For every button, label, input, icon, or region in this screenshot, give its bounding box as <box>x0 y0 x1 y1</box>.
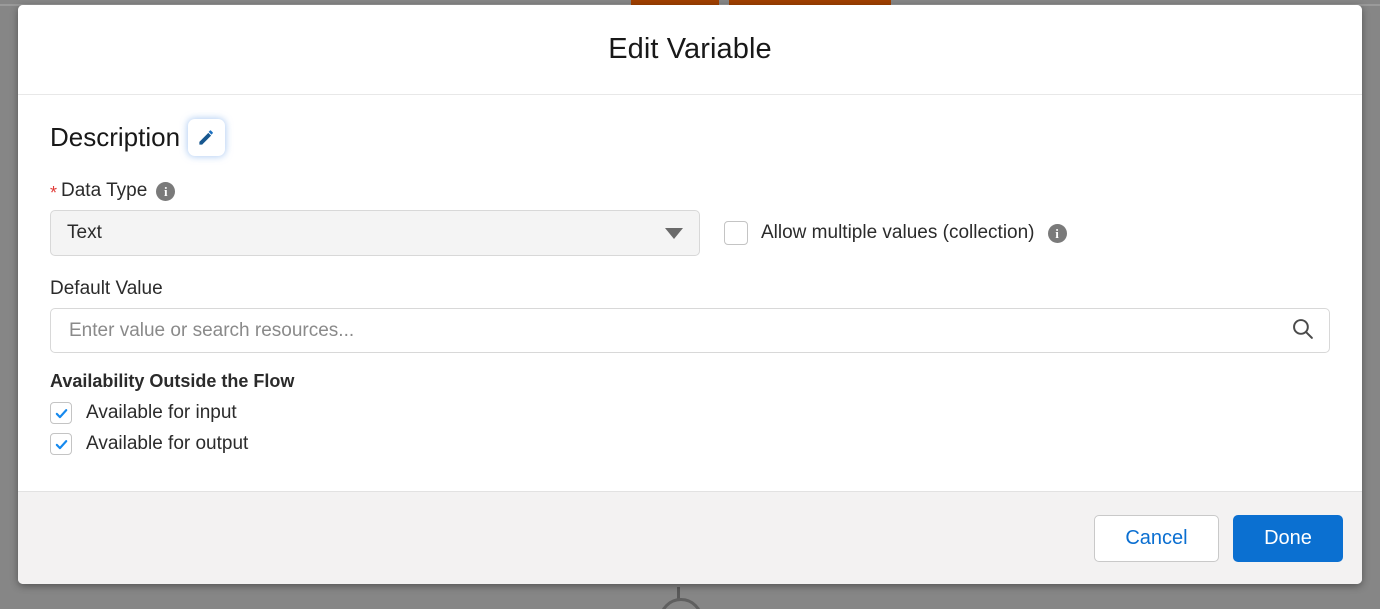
page-title: Edit Variable <box>608 33 772 65</box>
modal-body: Description * Data Type i Text Allow mul… <box>18 95 1362 491</box>
default-value-field[interactable] <box>50 308 1330 353</box>
cancel-button[interactable]: Cancel <box>1094 514 1219 562</box>
data-type-select[interactable]: Text <box>50 210 700 256</box>
default-value-label: Default Value <box>50 278 163 299</box>
edit-description-button[interactable] <box>190 121 224 154</box>
search-icon[interactable] <box>1290 316 1315 346</box>
available-for-output-checkbox[interactable] <box>50 433 72 455</box>
modal-header: Edit Variable <box>18 5 1362 95</box>
background-flow-node-circle <box>659 598 703 609</box>
availability-section-title: Availability Outside the Flow <box>50 371 295 391</box>
data-type-row: Text Allow multiple values (collection) … <box>32 210 1348 256</box>
data-type-label-row: * Data Type i <box>32 180 1348 202</box>
allow-multiple-values-checkbox[interactable] <box>724 221 748 245</box>
available-for-input-label: Available for input <box>86 402 237 423</box>
screen: Edit Variable Description * Data Type i … <box>0 0 1380 609</box>
modal-footer: Cancel Done <box>18 491 1362 584</box>
pencil-icon <box>197 128 216 147</box>
info-icon[interactable]: i <box>156 181 176 201</box>
data-type-selected-value: Text <box>67 222 102 243</box>
chevron-down-icon <box>665 227 683 239</box>
allow-multiple-values-row: Allow multiple values (collection) i <box>724 221 1067 245</box>
data-type-label: Data Type <box>61 180 148 201</box>
available-for-input-row: Available for input <box>32 402 1348 424</box>
default-value-input[interactable] <box>69 319 1290 342</box>
description-label: Description <box>50 122 181 152</box>
available-for-output-row: Available for output <box>32 433 1348 455</box>
done-button[interactable]: Done <box>1233 514 1343 562</box>
allow-multiple-values-label: Allow multiple values (collection) <box>761 222 1035 243</box>
description-row: Description <box>32 121 1348 154</box>
info-icon[interactable]: i <box>1047 223 1067 243</box>
available-for-output-label: Available for output <box>86 433 249 454</box>
available-for-input-checkbox[interactable] <box>50 402 72 424</box>
required-marker: * <box>50 183 58 203</box>
edit-variable-modal: Edit Variable Description * Data Type i … <box>18 5 1362 584</box>
